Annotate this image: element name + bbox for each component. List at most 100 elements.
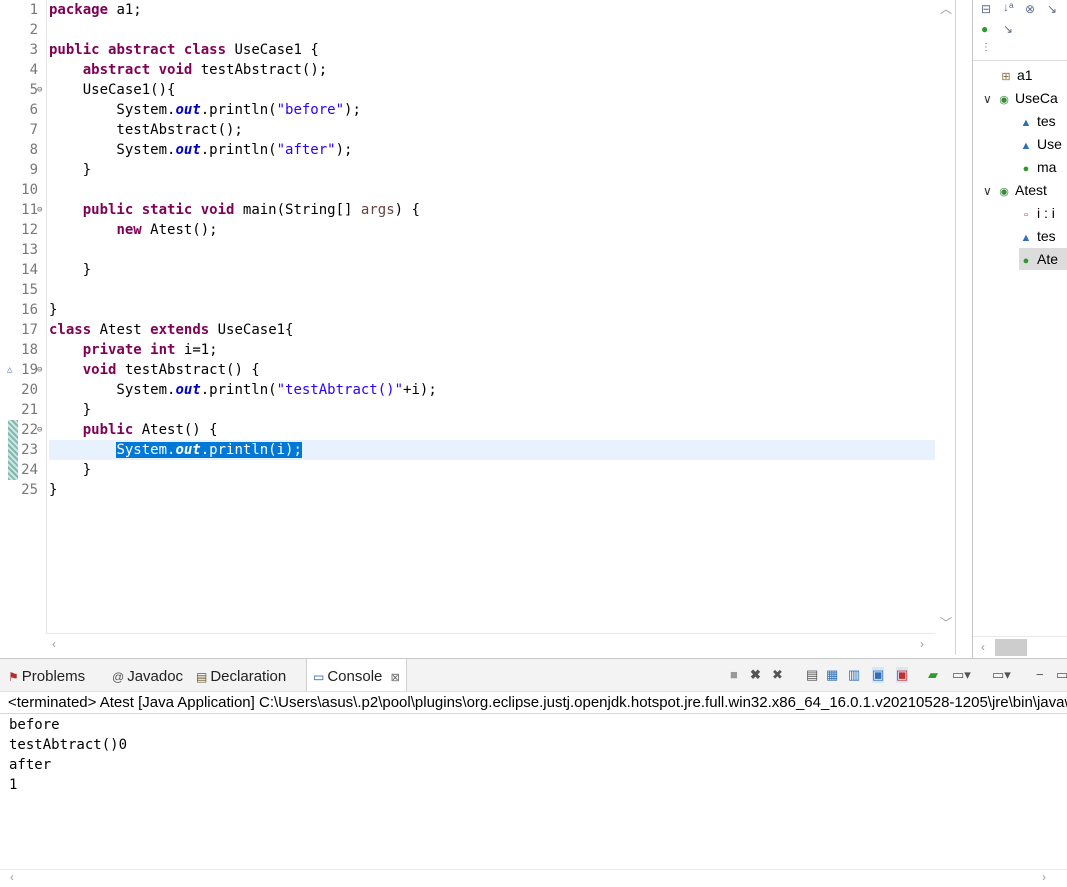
code-line[interactable]: 20 System.out.println("testAbtract()"+i)… (0, 380, 935, 400)
code-token: } (49, 262, 92, 278)
hide-local-types-icon[interactable]: ↘ (1003, 22, 1013, 36)
scrollbar-thumb[interactable] (995, 639, 1027, 656)
scroll-right-icon[interactable]: › (1042, 870, 1046, 884)
code-line[interactable]: 22 ⊖ public Atest() { (0, 420, 935, 440)
tab-label: Declaration (210, 668, 287, 685)
remove-all-terminated-icon[interactable]: ✖ (772, 667, 783, 683)
code-line[interactable]: 12 new Atest(); (0, 220, 935, 240)
code-token: System. (49, 142, 176, 158)
outline-item[interactable]: ▲ Use (1019, 133, 1062, 155)
outline-item[interactable]: ∨ ◉ UseCa (983, 87, 1058, 109)
tab-declaration[interactable]: ▤ Declaration (196, 659, 286, 691)
scroll-lock-icon[interactable]: ▦ (826, 667, 838, 683)
code-line[interactable]: 18 private int i=1; (0, 340, 935, 360)
expand-chevron-icon[interactable]: ∨ (983, 180, 997, 202)
code-line[interactable]: 6 System.out.println("before"); (0, 100, 935, 120)
code-line[interactable]: 9 } (0, 160, 935, 180)
fold-toggle-icon[interactable]: ⊖ (37, 80, 42, 100)
outline-item[interactable]: ● Ate (1019, 248, 1067, 270)
hide-nonpublic-icon[interactable]: ● (981, 22, 988, 36)
code-line[interactable]: 15 (0, 280, 935, 300)
scroll-left-icon[interactable]: ‹ (981, 640, 985, 654)
problems-icon: ⚑ (8, 670, 19, 684)
scroll-left-icon[interactable]: ‹ (52, 637, 56, 651)
line-number: 20 (21, 382, 38, 398)
scroll-left-icon[interactable]: ‹ (10, 870, 14, 884)
code-token: package (49, 2, 109, 18)
outline-node-icon: ◉ (999, 94, 1009, 106)
pin-console-icon[interactable]: ▰ (928, 667, 938, 683)
editor-horizontal-scrollbar[interactable]: ‹ › (46, 633, 935, 655)
minimize-icon[interactable]: − (1036, 667, 1044, 682)
code-line[interactable]: 2 (0, 20, 935, 40)
scroll-down-icon[interactable]: ﹀ (940, 614, 952, 631)
fold-toggle-icon[interactable]: ⊖ (37, 360, 42, 380)
code-line[interactable]: 23 System.out.println(i); (0, 440, 935, 460)
code-line[interactable]: 25} (0, 480, 935, 500)
code-token: class (49, 322, 92, 338)
code-line[interactable]: 5 ⊖ UseCase1(){ (0, 80, 935, 100)
remove-launch-icon[interactable]: ✖ (750, 667, 761, 683)
code-line[interactable]: 16} (0, 300, 935, 320)
code-line[interactable]: 8 System.out.println("after"); (0, 140, 935, 160)
word-wrap-icon[interactable]: ▥ (848, 667, 860, 683)
code-line[interactable]: 17 class Atest extends UseCase1{ (0, 320, 935, 340)
outline-item[interactable]: ▲ tes (1019, 110, 1056, 132)
outline-item[interactable]: ⊞ a1 (999, 64, 1032, 86)
scroll-up-icon[interactable]: ︿ (940, 0, 952, 17)
outline-horizontal-scrollbar[interactable]: ‹ (973, 636, 1067, 658)
code-editor[interactable]: 1 package a1; 2 3 public abstract class UseC… (0, 0, 956, 655)
outline-item[interactable]: ● ma (1019, 156, 1057, 178)
code-token: System. (49, 102, 176, 118)
collapse-all-icon[interactable]: ⊟ (981, 2, 991, 16)
scroll-right-icon[interactable]: › (920, 637, 924, 651)
code-line[interactable]: 1 package a1; (0, 0, 935, 20)
tab-label: Console (327, 668, 383, 685)
panel-tab-bar: ⚑ Problems @ Javadoc ▤ Declaration ▭ Console… (0, 659, 1067, 692)
code-line[interactable]: 13 (0, 240, 935, 260)
hide-static-icon[interactable]: ↘ (1047, 2, 1057, 16)
maximize-icon[interactable]: ▭ (1056, 667, 1067, 683)
tab-problems[interactable]: ⚑ Problems (8, 659, 85, 691)
outline-label: Use (1037, 136, 1062, 152)
show-on-error-icon[interactable]: ▣ (896, 667, 909, 683)
expand-chevron-icon[interactable]: ∨ (983, 88, 997, 110)
tab-console[interactable]: ▭ Console ⊠ (306, 659, 407, 691)
link-icon[interactable]: ⋮ (981, 42, 991, 53)
code-token: .println(i); (200, 442, 302, 458)
clear-console-icon[interactable]: ▤ (806, 667, 818, 683)
code-line[interactable]: 4 abstract void testAbstract(); (0, 60, 935, 80)
outline-item[interactable]: ▫ i : i (1019, 202, 1055, 224)
terminate-icon[interactable]: ■ (730, 667, 738, 682)
code-token: void (200, 202, 235, 218)
code-line[interactable]: 21 } (0, 400, 935, 420)
sort-icon[interactable]: ↓ᵃ (1003, 0, 1013, 14)
code-line[interactable]: 7 testAbstract(); (0, 120, 935, 140)
display-console-icon[interactable]: ▭▾ (952, 667, 971, 683)
code-token: public (82, 422, 134, 438)
hide-fields-icon[interactable]: ⊗ (1025, 2, 1035, 16)
fold-toggle-icon[interactable]: ⊖ (37, 200, 42, 220)
code-line[interactable]: 3 public abstract class UseCase1 { (0, 40, 935, 60)
code-line[interactable]: 11 ⊖ public static void main(String[] arg… (0, 200, 935, 220)
outline-item[interactable]: ∨ ◉ Atest (983, 179, 1047, 201)
line-number: 22 (21, 422, 38, 438)
console-vertical-scrollbar[interactable] (1047, 715, 1067, 869)
new-console-icon[interactable]: ▭▾ (992, 667, 1011, 683)
console-output[interactable]: before testAbtract()0 after 1 (9, 715, 1049, 795)
code-token: class (183, 42, 227, 58)
outline-item[interactable]: ▲ tes (1019, 225, 1056, 247)
code-line[interactable]: 24 } (0, 460, 935, 480)
show-on-output-icon[interactable]: ▣ (872, 667, 885, 683)
code-line[interactable]: △ 19 ⊖ void testAbstract() { (0, 360, 935, 380)
editor-vertical-scrollbar[interactable]: ︿ ﹀ (935, 0, 955, 633)
code-line[interactable]: 10 (0, 180, 935, 200)
fold-toggle-icon[interactable]: ⊖ (37, 420, 42, 440)
close-icon[interactable]: ⊠ (391, 672, 400, 684)
tab-javadoc[interactable]: @ Javadoc (112, 659, 183, 691)
console-horizontal-scrollbar[interactable]: ‹ › (0, 869, 1067, 887)
code-line[interactable]: 14 } (0, 260, 935, 280)
